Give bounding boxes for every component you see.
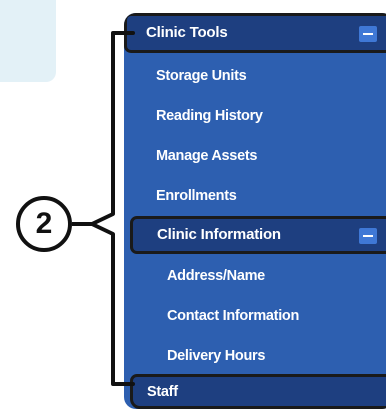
stage: Clinic Tools Storage Units Reading Histo… — [0, 0, 386, 412]
bracket-line — [90, 31, 135, 386]
callout-number-badge: 2 — [16, 196, 72, 252]
